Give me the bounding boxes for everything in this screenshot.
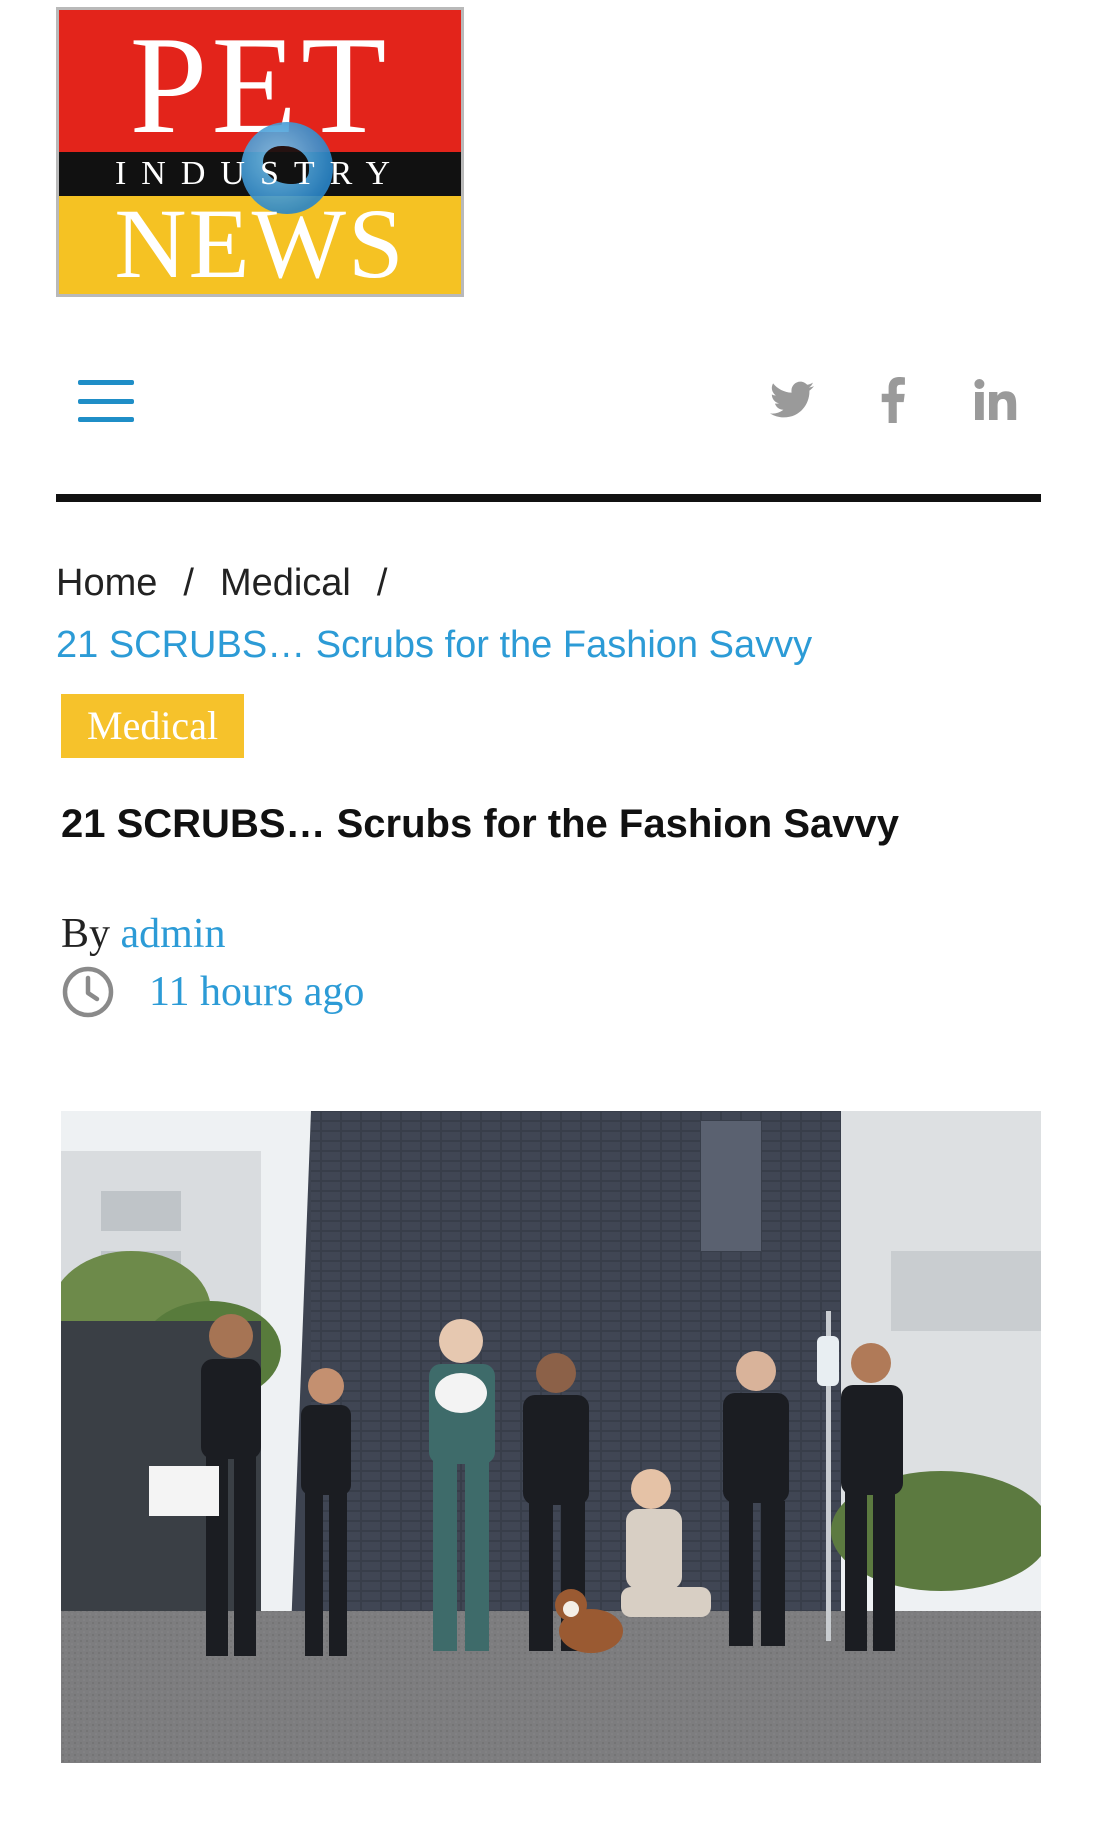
menu-bar [78,417,134,422]
featured-photo-scene [61,1111,1041,1763]
breadcrumb-category[interactable]: Medical [220,562,351,604]
breadcrumb-home[interactable]: Home [56,562,157,604]
breadcrumb-separator: / [183,562,194,604]
logo-word-news: NEWS [114,188,406,297]
byline: By admin [61,906,226,962]
header-divider [56,494,1041,502]
twitter-icon[interactable] [764,372,820,428]
by-label: By [61,911,111,957]
post-time: 11 hours ago [61,964,364,1020]
hamburger-menu-icon[interactable] [78,380,134,422]
breadcrumb: Home / Medical / 21 SCRUBS… Scrubs for the … [56,552,1046,676]
article-title: 21 SCRUBS… Scrubs for the Fashion Savvy [61,802,900,846]
author-link[interactable]: admin [121,911,226,957]
time-ago: 11 hours ago [149,969,365,1015]
linkedin-icon[interactable] [968,372,1022,428]
breadcrumb-separator: / [376,562,388,604]
site-logo[interactable]: PET INDUSTRY NEWS [56,7,464,297]
menu-bar [78,398,134,404]
category-badge[interactable]: Medical [61,694,245,758]
clock-icon [62,966,114,1018]
featured-image[interactable] [61,1111,1041,1763]
facebook-icon[interactable] [868,372,918,428]
breadcrumb-current: 21 SCRUBS… Scrubs for the Fashion Savvy [56,624,813,666]
menu-bar [78,380,134,385]
